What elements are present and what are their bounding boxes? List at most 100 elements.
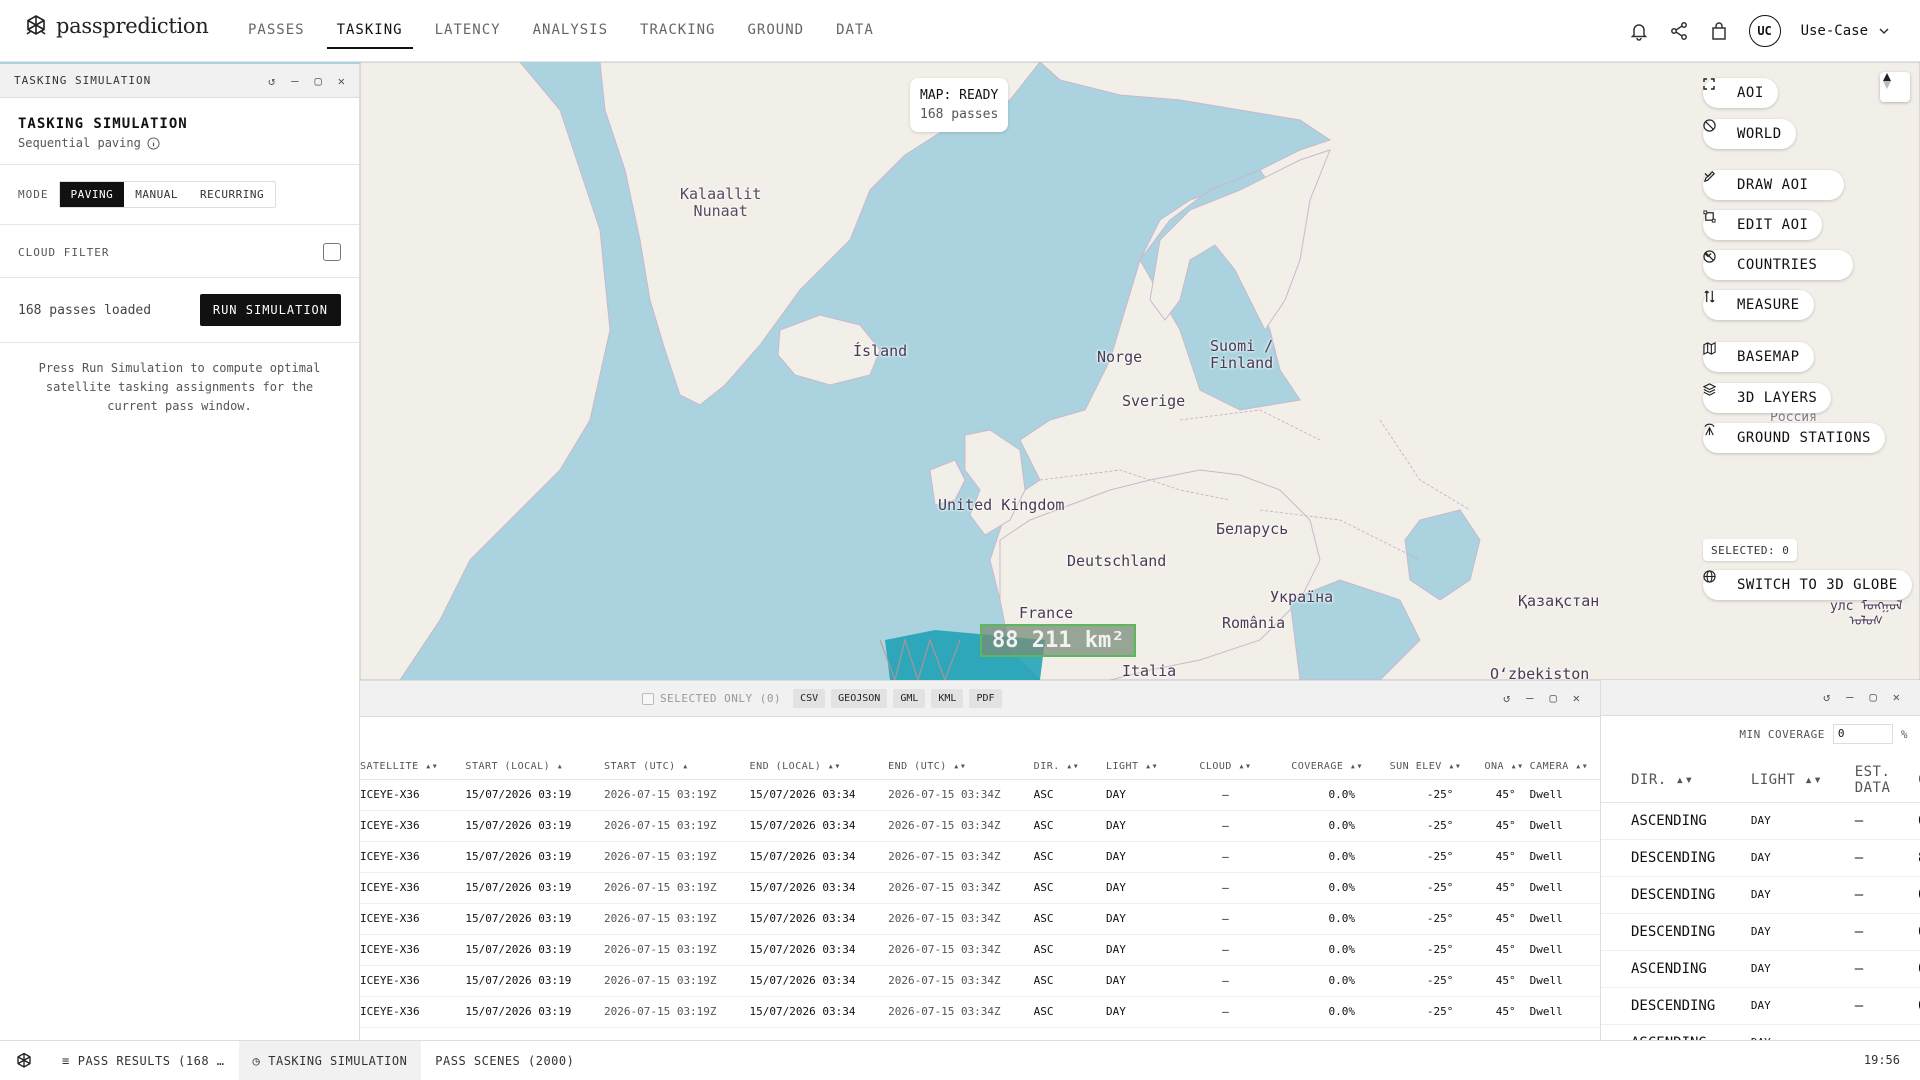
reset-icon[interactable]: ↺ bbox=[1823, 690, 1830, 704]
measure-button[interactable]: MEASURE bbox=[1703, 290, 1814, 320]
taskbar-pass-scenes-label: PASS SCENES (2000) bbox=[435, 1053, 575, 1068]
column-header[interactable]: CO bbox=[1897, 758, 1920, 803]
main-nav: PASSES TASKING LATENCY ANALYSIS TRACKING… bbox=[232, 12, 890, 49]
world-button[interactable]: WORLD bbox=[1703, 119, 1796, 149]
column-header[interactable]: SUN ELEV ▴▾ bbox=[1368, 755, 1468, 780]
mode-paving[interactable]: PAVING bbox=[59, 182, 125, 207]
taskbar-pass-scenes[interactable]: PASS SCENES (2000) bbox=[421, 1041, 588, 1080]
column-header[interactable]: LIGHT ▴▾ bbox=[1105, 755, 1189, 780]
shopping-bag-icon[interactable] bbox=[1709, 21, 1729, 41]
table-row[interactable]: DESCENDINGDAY—0% bbox=[1601, 987, 1920, 1025]
window-taskbar: ≡ PASS RESULTS (168 … ◷ TASKING SIMULATION… bbox=[0, 1040, 1920, 1080]
tasking-simulation-panel: TASKING SIMULATION ↺ – ▢ ✕ TASKING SIMUL… bbox=[0, 64, 360, 1040]
column-header[interactable]: LIGHT ▴▾ bbox=[1730, 758, 1835, 803]
maximize-icon[interactable]: ▢ bbox=[1870, 690, 1877, 704]
basemap-button[interactable]: BASEMAP bbox=[1703, 342, 1814, 372]
taskbar-pass-results[interactable]: ≡ PASS RESULTS (168 … bbox=[48, 1041, 239, 1080]
bell-icon[interactable] bbox=[1629, 21, 1649, 41]
close-icon[interactable]: ✕ bbox=[1573, 691, 1580, 705]
table-row[interactable]: ICEYE-X36 15/07/2026 03:19 2026-07-15 03:1… bbox=[360, 965, 1600, 997]
table-row[interactable]: ICEYE-X36 15/07/2026 03:19 2026-07-15 03:1… bbox=[360, 841, 1600, 873]
export-csv-button[interactable]: CSV bbox=[793, 689, 826, 708]
compass-north-button[interactable] bbox=[1880, 72, 1910, 102]
column-header[interactable]: CAMERA ▴▾ bbox=[1529, 755, 1600, 780]
minimize-icon[interactable]: – bbox=[291, 74, 298, 88]
selected-only-checkbox[interactable] bbox=[642, 692, 654, 705]
nav-data[interactable]: DATA bbox=[826, 12, 884, 49]
column-header[interactable]: DIR. ▴▾ bbox=[1033, 755, 1106, 780]
table-cell: Dwell bbox=[1529, 934, 1600, 966]
reset-icon[interactable]: ↺ bbox=[268, 74, 275, 88]
table-cell: 15/07/2026 03:19 bbox=[465, 872, 604, 904]
table-cell: ICEYE-X36 bbox=[360, 810, 466, 842]
nav-ground[interactable]: GROUND bbox=[737, 12, 814, 49]
cloud-filter-checkbox[interactable] bbox=[323, 243, 341, 261]
table-cell: — bbox=[1188, 841, 1269, 873]
export-geojson-button[interactable]: GEOJSON bbox=[831, 689, 888, 708]
map-pass-count: 168 passes bbox=[920, 107, 999, 122]
nav-tracking[interactable]: TRACKING bbox=[630, 12, 725, 49]
minimize-icon[interactable]: – bbox=[1526, 691, 1533, 705]
draw-aoi-button[interactable]: DRAW AOI bbox=[1703, 170, 1845, 200]
edit-aoi-button[interactable]: EDIT AOI bbox=[1703, 210, 1823, 240]
user-menu[interactable]: Use-Case bbox=[1801, 23, 1890, 39]
taskbar-tasking-simulation[interactable]: ◷ TASKING SIMULATION bbox=[238, 1040, 422, 1080]
nav-passes[interactable]: PASSES bbox=[238, 12, 315, 49]
table-cell: 15/07/2026 03:34 bbox=[749, 996, 889, 1028]
table-cell: 15/07/2026 03:34 bbox=[749, 872, 889, 904]
export-gml-button[interactable]: GML bbox=[893, 689, 926, 708]
taskbar-logo[interactable] bbox=[0, 1052, 48, 1070]
column-header[interactable]: EST. DATA bbox=[1834, 758, 1898, 803]
app-logo[interactable]: passprediction bbox=[24, 14, 209, 38]
table-row[interactable]: ICEYE-X36 15/07/2026 03:19 2026-07-15 03:1… bbox=[360, 934, 1600, 966]
column-header[interactable]: ONA ▴▾ bbox=[1467, 755, 1530, 780]
column-header[interactable]: COVERAGE ▴▾ bbox=[1268, 755, 1369, 780]
column-header[interactable]: CLOUD ▴▾ bbox=[1188, 755, 1269, 780]
table-row[interactable]: ICEYE-X36 15/07/2026 03:19 2026-07-15 03:1… bbox=[360, 872, 1600, 904]
mode-manual[interactable]: MANUAL bbox=[124, 182, 189, 207]
minimize-icon[interactable]: – bbox=[1846, 690, 1853, 704]
table-row[interactable]: ICEYE-X36 15/07/2026 03:19 2026-07-15 03:1… bbox=[360, 810, 1600, 842]
column-header[interactable]: END (UTC) ▴▾ bbox=[888, 755, 1034, 780]
maximize-icon[interactable]: ▢ bbox=[1550, 691, 1557, 705]
table-row[interactable]: ASCENDINGDAY—0% bbox=[1601, 802, 1920, 840]
column-header[interactable]: START (LOCAL) ▴ bbox=[465, 755, 604, 780]
export-pdf-button[interactable]: PDF bbox=[969, 689, 1002, 708]
nav-tasking[interactable]: TASKING bbox=[326, 12, 413, 49]
close-icon[interactable]: ✕ bbox=[338, 74, 345, 88]
table-row[interactable]: ICEYE-X36 15/07/2026 03:19 2026-07-15 03:1… bbox=[360, 779, 1600, 811]
table-row[interactable]: ICEYE-X36 15/07/2026 03:19 2026-07-15 03:1… bbox=[360, 996, 1600, 1028]
table-cell: 15/07/2026 03:34 bbox=[749, 965, 889, 997]
nav-latency[interactable]: LATENCY bbox=[425, 12, 511, 49]
run-simulation-button[interactable]: RUN SIMULATION bbox=[199, 294, 341, 326]
avatar[interactable]: UC bbox=[1748, 15, 1781, 47]
column-header[interactable]: END (LOCAL) ▴▾ bbox=[749, 755, 889, 780]
share-icon[interactable] bbox=[1669, 21, 1689, 41]
countries-button[interactable]: COUNTRIES bbox=[1703, 250, 1854, 280]
mode-recurring[interactable]: RECURRING bbox=[189, 182, 275, 207]
table-row[interactable]: DESCENDINGDAY—0% bbox=[1601, 913, 1920, 951]
table-row[interactable]: ICEYE-X36 15/07/2026 03:19 2026-07-15 03:1… bbox=[360, 903, 1600, 935]
panel-titlebar[interactable]: TASKING SIMULATION ↺ – ▢ ✕ bbox=[0, 64, 359, 98]
table-cell: — bbox=[1834, 913, 1898, 951]
selected-only-toggle[interactable]: SELECTED ONLY (0) bbox=[642, 692, 781, 705]
switch-3d-globe-button[interactable]: SWITCH TO 3D GLOBE bbox=[1703, 570, 1912, 600]
table-row[interactable]: ASCENDINGDAY—0% bbox=[1601, 950, 1920, 988]
3d-layers-button[interactable]: 3D LAYERS bbox=[1703, 383, 1832, 413]
table-row[interactable]: DESCENDINGDAY—8% bbox=[1601, 839, 1920, 877]
column-header[interactable]: START (UTC) ▴ bbox=[603, 755, 750, 780]
table-cell: — bbox=[1834, 950, 1898, 988]
export-kml-button[interactable]: KML bbox=[931, 689, 964, 708]
aoi-button[interactable]: AOI bbox=[1703, 78, 1778, 108]
passes-loaded: 168 passes loaded bbox=[18, 302, 152, 318]
column-header[interactable]: DIR. ▴▾ bbox=[1601, 758, 1731, 803]
maximize-icon[interactable]: ▢ bbox=[315, 74, 322, 88]
nav-analysis[interactable]: ANALYSIS bbox=[523, 12, 618, 49]
close-icon[interactable]: ✕ bbox=[1893, 690, 1900, 704]
ground-stations-button[interactable]: GROUND STATIONS bbox=[1703, 423, 1885, 453]
min-coverage-input[interactable]: 0 bbox=[1832, 724, 1893, 744]
reset-icon[interactable]: ↺ bbox=[1503, 691, 1510, 705]
column-header[interactable]: SATELLITE ▴▾ bbox=[360, 755, 466, 780]
info-icon[interactable] bbox=[147, 136, 160, 150]
table-row[interactable]: DESCENDINGDAY—0% bbox=[1601, 876, 1920, 914]
